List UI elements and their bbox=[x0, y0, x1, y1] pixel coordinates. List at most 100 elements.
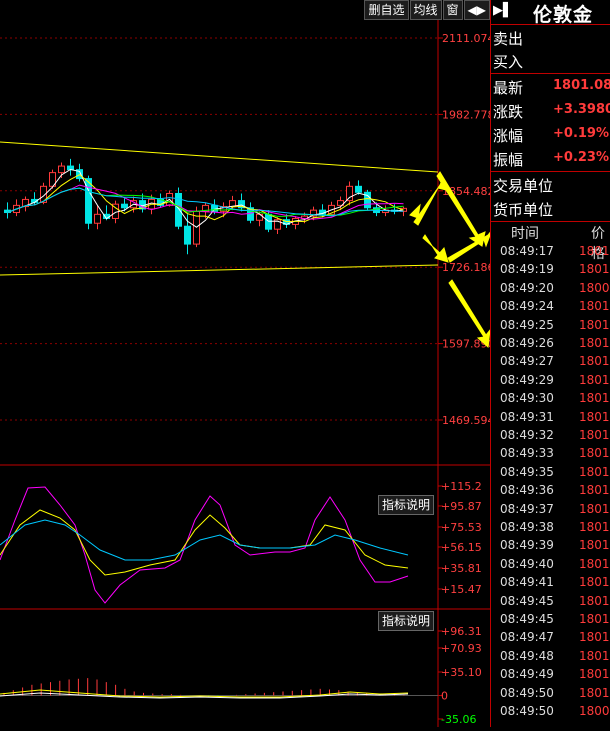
tick-price: 1800.9 bbox=[579, 280, 610, 295]
quote-sidebar: ▶▌ 伦敦金 卖出 买入 最新 1801.0800 涨跌 +3.3980 涨幅 … bbox=[490, 0, 610, 727]
tick-row: 08:49:27 1801.0 bbox=[491, 354, 610, 372]
tick-price: 1801.0 bbox=[579, 354, 610, 369]
tick-time: 08:49:40 bbox=[500, 556, 554, 571]
macd-tick-label: +70.93 bbox=[441, 642, 482, 655]
tick-time: 08:49:36 bbox=[500, 483, 554, 498]
tick-time: 08:49:39 bbox=[500, 538, 554, 553]
window-button[interactable]: 窗 bbox=[442, 0, 463, 20]
annotation-arrow bbox=[422, 234, 449, 263]
moving-average-button[interactable]: 均线 bbox=[409, 0, 442, 20]
tick-price: 1801.0 bbox=[579, 483, 610, 498]
quote-value: +3.3980 bbox=[553, 102, 610, 117]
panel-toggle-icon[interactable]: ◀▶ bbox=[463, 0, 490, 20]
tick-price: 1801.0 bbox=[579, 538, 610, 553]
macd-tick-label: -35.06 bbox=[441, 713, 476, 726]
quote-row-currency-unit: 货币单位 bbox=[491, 197, 610, 221]
quote-row-change: 涨跌 +3.3980 bbox=[491, 99, 610, 123]
candle-body bbox=[184, 225, 191, 245]
tick-time: 08:49:45 bbox=[500, 593, 554, 608]
collapse-icon[interactable]: ▶▌ bbox=[493, 3, 513, 18]
tick-row: 08:49:50 1800.9 bbox=[491, 704, 610, 722]
moving-average-line bbox=[7, 168, 404, 228]
tick-price: 1801.0 bbox=[579, 593, 610, 608]
tick-row: 08:49:48 1801.0 bbox=[491, 649, 610, 667]
tick-time: 08:49:41 bbox=[500, 575, 554, 590]
tick-price: 1801.0 bbox=[579, 391, 610, 406]
quote-row-amplitude: 振幅 +0.23% bbox=[491, 147, 610, 171]
tick-row: 08:49:37 1801.0 bbox=[491, 502, 610, 520]
quote-value: +0.19% bbox=[553, 126, 609, 141]
indicator-help-button-2[interactable]: 指标说明 bbox=[378, 611, 435, 631]
tick-price: 1801.0 bbox=[579, 317, 610, 332]
tick-row: 08:49:29 1801.0 bbox=[491, 373, 610, 391]
tick-price: 1801.0 bbox=[579, 299, 610, 314]
tick-row: 08:49:41 1801.0 bbox=[491, 575, 610, 593]
tick-time: 08:49:48 bbox=[500, 648, 554, 663]
candle-body bbox=[355, 185, 362, 193]
tick-price: 1801.0 bbox=[579, 244, 610, 258]
tick-row: 08:49:49 1801.0 bbox=[491, 667, 610, 685]
price-tick-label: 1469.594 bbox=[442, 414, 490, 427]
sidebar-header: ▶▌ 伦敦金 bbox=[491, 0, 610, 26]
tick-price: 1801.0 bbox=[579, 667, 610, 682]
tick-time: 08:49:50 bbox=[500, 685, 554, 700]
tick-row: 08:49:30 1801.0 bbox=[491, 391, 610, 409]
oscillator-line bbox=[0, 509, 409, 576]
tick-row: 08:49:35 1801.0 bbox=[491, 465, 610, 483]
candle-body bbox=[94, 213, 101, 224]
indicator-help-button-1[interactable]: 指标说明 bbox=[378, 495, 435, 515]
tick-time: 08:49:26 bbox=[500, 336, 554, 350]
tick-price: 1800.9 bbox=[579, 704, 610, 718]
tick-row: 08:49:19 1801.0 bbox=[491, 262, 610, 280]
quote-label: 涨幅 bbox=[493, 127, 524, 145]
quote-row-trade-unit: 交易单位 bbox=[491, 173, 610, 197]
trend-channel-upper bbox=[0, 141, 439, 173]
tick-price: 1801.0 bbox=[579, 685, 610, 700]
tick-price: 1801.0 bbox=[579, 501, 610, 516]
tick-price: 1801.0 bbox=[579, 409, 610, 424]
tick-time: 08:49:20 bbox=[500, 280, 554, 295]
osc-tick-label: +56.15 bbox=[441, 541, 482, 554]
quote-row-sell: 卖出 bbox=[491, 26, 610, 50]
macd-panel bbox=[0, 678, 438, 699]
candle-body bbox=[346, 185, 353, 202]
macd-tick-label: +96.31 bbox=[441, 625, 482, 638]
divider bbox=[491, 171, 610, 172]
trend-channel-lower bbox=[0, 264, 439, 276]
oscillator-panel bbox=[0, 486, 409, 604]
quote-row-last: 最新 1801.0800 bbox=[491, 75, 610, 99]
tick-time: 08:49:19 bbox=[500, 262, 554, 277]
tick-row: 08:49:45 1801.0 bbox=[491, 612, 610, 630]
divider bbox=[491, 221, 610, 222]
macd-tick-label: +35.10 bbox=[441, 666, 482, 679]
quote-label: 最新 bbox=[493, 79, 524, 97]
tick-price: 1801.0 bbox=[579, 648, 610, 663]
tick-row: 08:49:38 1801.0 bbox=[491, 520, 610, 538]
tick-row: 08:49:31 1801.0 bbox=[491, 410, 610, 428]
tick-row: 08:49:39 1801.0 bbox=[491, 538, 610, 556]
tick-time: 08:49:37 bbox=[500, 501, 554, 516]
price-tick-label: 1982.778 bbox=[442, 108, 490, 121]
quote-label: 涨跌 bbox=[493, 103, 524, 121]
tick-row: 08:49:45 1801.0 bbox=[491, 594, 610, 612]
osc-tick-label: +95.87 bbox=[441, 500, 482, 513]
annotation-arrow bbox=[436, 171, 486, 247]
quote-value: +0.23% bbox=[553, 150, 609, 165]
divider bbox=[491, 73, 610, 74]
candle-body bbox=[121, 203, 128, 209]
tick-time: 08:49:47 bbox=[500, 630, 554, 645]
quote-row-buy: 买入 bbox=[491, 49, 610, 73]
remove-favorite-button[interactable]: 删自选 bbox=[364, 0, 409, 20]
quote-value: 1801.0800 bbox=[553, 78, 610, 93]
tick-row: 08:49:20 1800.9 bbox=[491, 281, 610, 299]
axis-labels: 2111.0741982.7781854.4821726.1861597.890… bbox=[441, 32, 495, 726]
oscillator-line bbox=[0, 486, 409, 604]
chart-toolbar: 删自选 均线 窗 ◀▶ bbox=[363, 0, 490, 20]
ticks-header: 时间 价格 bbox=[491, 223, 610, 262]
price-tick-label: 2111.074 bbox=[442, 32, 490, 45]
tick-price: 1801.0 bbox=[579, 612, 610, 626]
chart-area[interactable]: 2111.074 1982.778 1854.482 1726.186 1597.890… bbox=[0, 0, 495, 727]
tick-row: 08:49:25 1801.0 bbox=[491, 318, 610, 336]
tick-time: 08:49:50 bbox=[500, 704, 554, 718]
tick-time: 08:49:38 bbox=[500, 520, 554, 534]
